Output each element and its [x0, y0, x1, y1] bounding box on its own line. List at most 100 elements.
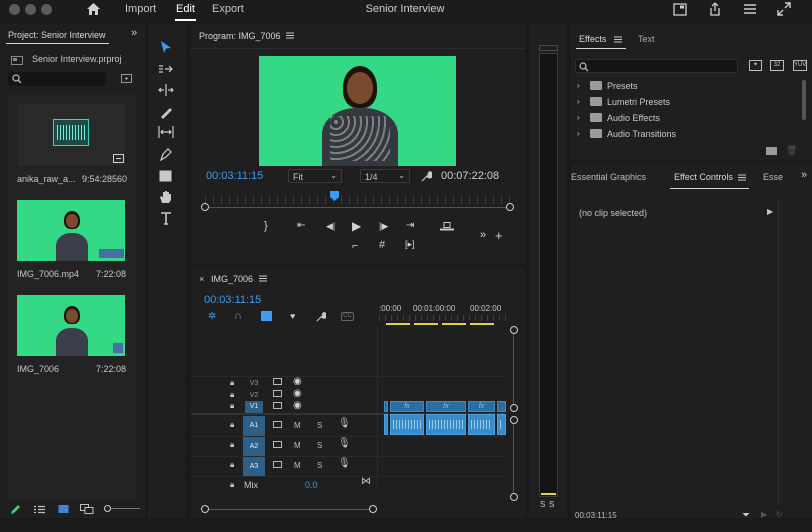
fullscreen-icon[interactable]	[777, 2, 791, 16]
track-v3[interactable]: V3	[245, 378, 263, 390]
sequence-tab[interactable]: IMG_7006	[211, 274, 253, 284]
tab-effect-controls[interactable]: Effect Controls	[674, 172, 733, 182]
effects-folder-lumetri[interactable]: Lumetri Presets	[607, 97, 670, 107]
track-select-tool-icon[interactable]	[158, 64, 174, 74]
timeline-settings-icon[interactable]	[315, 311, 326, 322]
captions-icon[interactable]: CC	[341, 312, 354, 321]
lock-icon[interactable]: 🔒︎	[230, 440, 234, 450]
panel-menu-icon[interactable]	[614, 36, 622, 43]
microphone-icon[interactable]: 🎙︎	[338, 418, 351, 429]
zoom-end-handle[interactable]	[506, 203, 514, 211]
tab-text[interactable]: Text	[638, 34, 655, 44]
track-a3[interactable]: A3	[243, 457, 265, 476]
audio-clip[interactable]	[468, 414, 495, 435]
icon-view-icon[interactable]	[58, 504, 69, 514]
overflow-icon[interactable]: »	[480, 229, 486, 241]
ripple-edit-tool-icon[interactable]	[158, 84, 174, 96]
lock-icon[interactable]: 🔒︎	[230, 378, 234, 388]
eye-icon[interactable]: ◉	[293, 400, 302, 411]
tab-effects[interactable]: Effects	[579, 34, 606, 44]
eye-icon[interactable]: ◉	[293, 388, 302, 399]
mute-button[interactable]: M	[294, 441, 301, 450]
zoom-window-button[interactable]	[41, 4, 52, 15]
mute-button[interactable]: M	[294, 421, 301, 430]
sequence-thumbnail[interactable]	[17, 295, 125, 356]
lock-icon[interactable]: 🔒︎	[230, 390, 234, 400]
selection-tool-icon[interactable]	[160, 40, 172, 54]
video-clip[interactable]	[384, 401, 388, 412]
lock-icon[interactable]: 🔒︎	[230, 420, 234, 430]
horizontal-scroll-left-handle[interactable]	[201, 505, 209, 513]
pencil-icon[interactable]	[10, 504, 21, 515]
vertical-scroll-top-handle[interactable]	[510, 326, 518, 334]
zoom-slider-handle[interactable]	[104, 505, 111, 512]
panel-menu-icon[interactable]	[259, 275, 267, 282]
audio-scrollbar[interactable]	[513, 424, 514, 494]
close-window-button[interactable]	[9, 4, 20, 15]
new-bin-icon[interactable]	[766, 147, 777, 155]
lock-icon[interactable]: 🔒︎	[230, 480, 234, 490]
sync-lock-icon[interactable]	[273, 390, 282, 397]
horizontal-scrollbar[interactable]	[209, 509, 369, 510]
go-to-in-icon[interactable]: ⇤	[297, 220, 305, 231]
project-panel-title[interactable]: Project: Senior Interview	[8, 30, 106, 40]
audio-clip[interactable]	[384, 414, 388, 435]
slip-tool-icon[interactable]	[158, 126, 174, 138]
sync-lock-icon[interactable]	[273, 461, 282, 468]
effect-controls-timecode[interactable]: 00:03:11:15	[575, 511, 617, 520]
sync-lock-icon[interactable]	[273, 441, 282, 448]
freeform-view-icon[interactable]	[80, 504, 94, 514]
eye-icon[interactable]: ◉	[293, 376, 302, 387]
effects-folder-audio-transitions[interactable]: Audio Transitions	[607, 129, 676, 139]
play-preview-icon[interactable]: ▶	[767, 207, 773, 216]
audio-scroll-top-handle[interactable]	[510, 416, 518, 424]
video-clip[interactable]: fx	[426, 401, 466, 412]
playhead-marker[interactable]	[330, 191, 339, 201]
solo-right-button[interactable]: S	[549, 500, 554, 509]
chevron-right-icon[interactable]: ›	[577, 113, 580, 122]
solo-button[interactable]: S	[317, 441, 322, 450]
snap-icon[interactable]: ∩	[234, 310, 242, 322]
minimize-window-button[interactable]	[25, 4, 36, 15]
mark-out-icon[interactable]: }	[264, 220, 268, 232]
add-marker-icon[interactable]: ♥	[290, 311, 295, 321]
program-monitor-title[interactable]: Program: IMG_7006	[199, 31, 281, 41]
sync-lock-icon[interactable]	[273, 402, 282, 409]
list-view-icon[interactable]	[33, 505, 46, 514]
track-a2[interactable]: A2	[243, 437, 265, 456]
settings-wrench-icon[interactable]	[420, 170, 432, 182]
sync-lock-icon[interactable]	[273, 421, 282, 428]
yuv-effects-icon[interactable]: YUV	[793, 60, 807, 71]
more-panels-icon[interactable]: »	[131, 27, 137, 39]
home-icon[interactable]	[86, 2, 101, 16]
solo-button[interactable]: S	[317, 461, 322, 470]
chevron-right-icon[interactable]: ›	[577, 81, 580, 90]
microphone-icon[interactable]: 🎙︎	[338, 438, 351, 449]
timeline-timecode[interactable]: 00:03:11:15	[204, 294, 261, 306]
add-button-icon[interactable]: +	[495, 228, 503, 243]
delete-icon[interactable]: 🗑︎	[786, 145, 797, 156]
effects-folder-audio-effects[interactable]: Audio Effects	[607, 113, 660, 123]
chevron-right-icon[interactable]: ›	[577, 129, 580, 138]
project-search-input[interactable]	[8, 72, 106, 86]
program-video-frame[interactable]	[259, 56, 456, 166]
panel-menu-icon[interactable]	[738, 174, 746, 181]
audio-clip-thumbnail[interactable]	[17, 104, 125, 165]
resolution-dropdown[interactable]: 1/4 ⌄	[360, 169, 410, 183]
zoom-start-handle[interactable]	[201, 203, 209, 211]
toggle-looping-icon[interactable]: ↻	[776, 510, 783, 519]
trim-icon[interactable]: [▸]	[405, 239, 415, 250]
menu-edit[interactable]: Edit	[176, 3, 195, 15]
effects-search-input[interactable]	[575, 59, 738, 73]
lift-icon[interactable]: ⌐	[352, 240, 358, 252]
play-icon[interactable]: ▶	[352, 219, 361, 233]
effects-folder-presets[interactable]: Presets	[607, 81, 638, 91]
linked-selection-icon[interactable]	[261, 311, 272, 321]
mix-volume[interactable]: 0.0	[305, 480, 318, 490]
rectangle-tool-icon[interactable]	[159, 170, 172, 182]
audio-clip[interactable]	[390, 414, 424, 435]
video-clip[interactable]: fx	[468, 401, 495, 412]
menu-export[interactable]: Export	[212, 3, 244, 15]
play-audio-icon[interactable]: ▶	[761, 510, 767, 519]
effects-scrollbar[interactable]	[802, 80, 806, 120]
